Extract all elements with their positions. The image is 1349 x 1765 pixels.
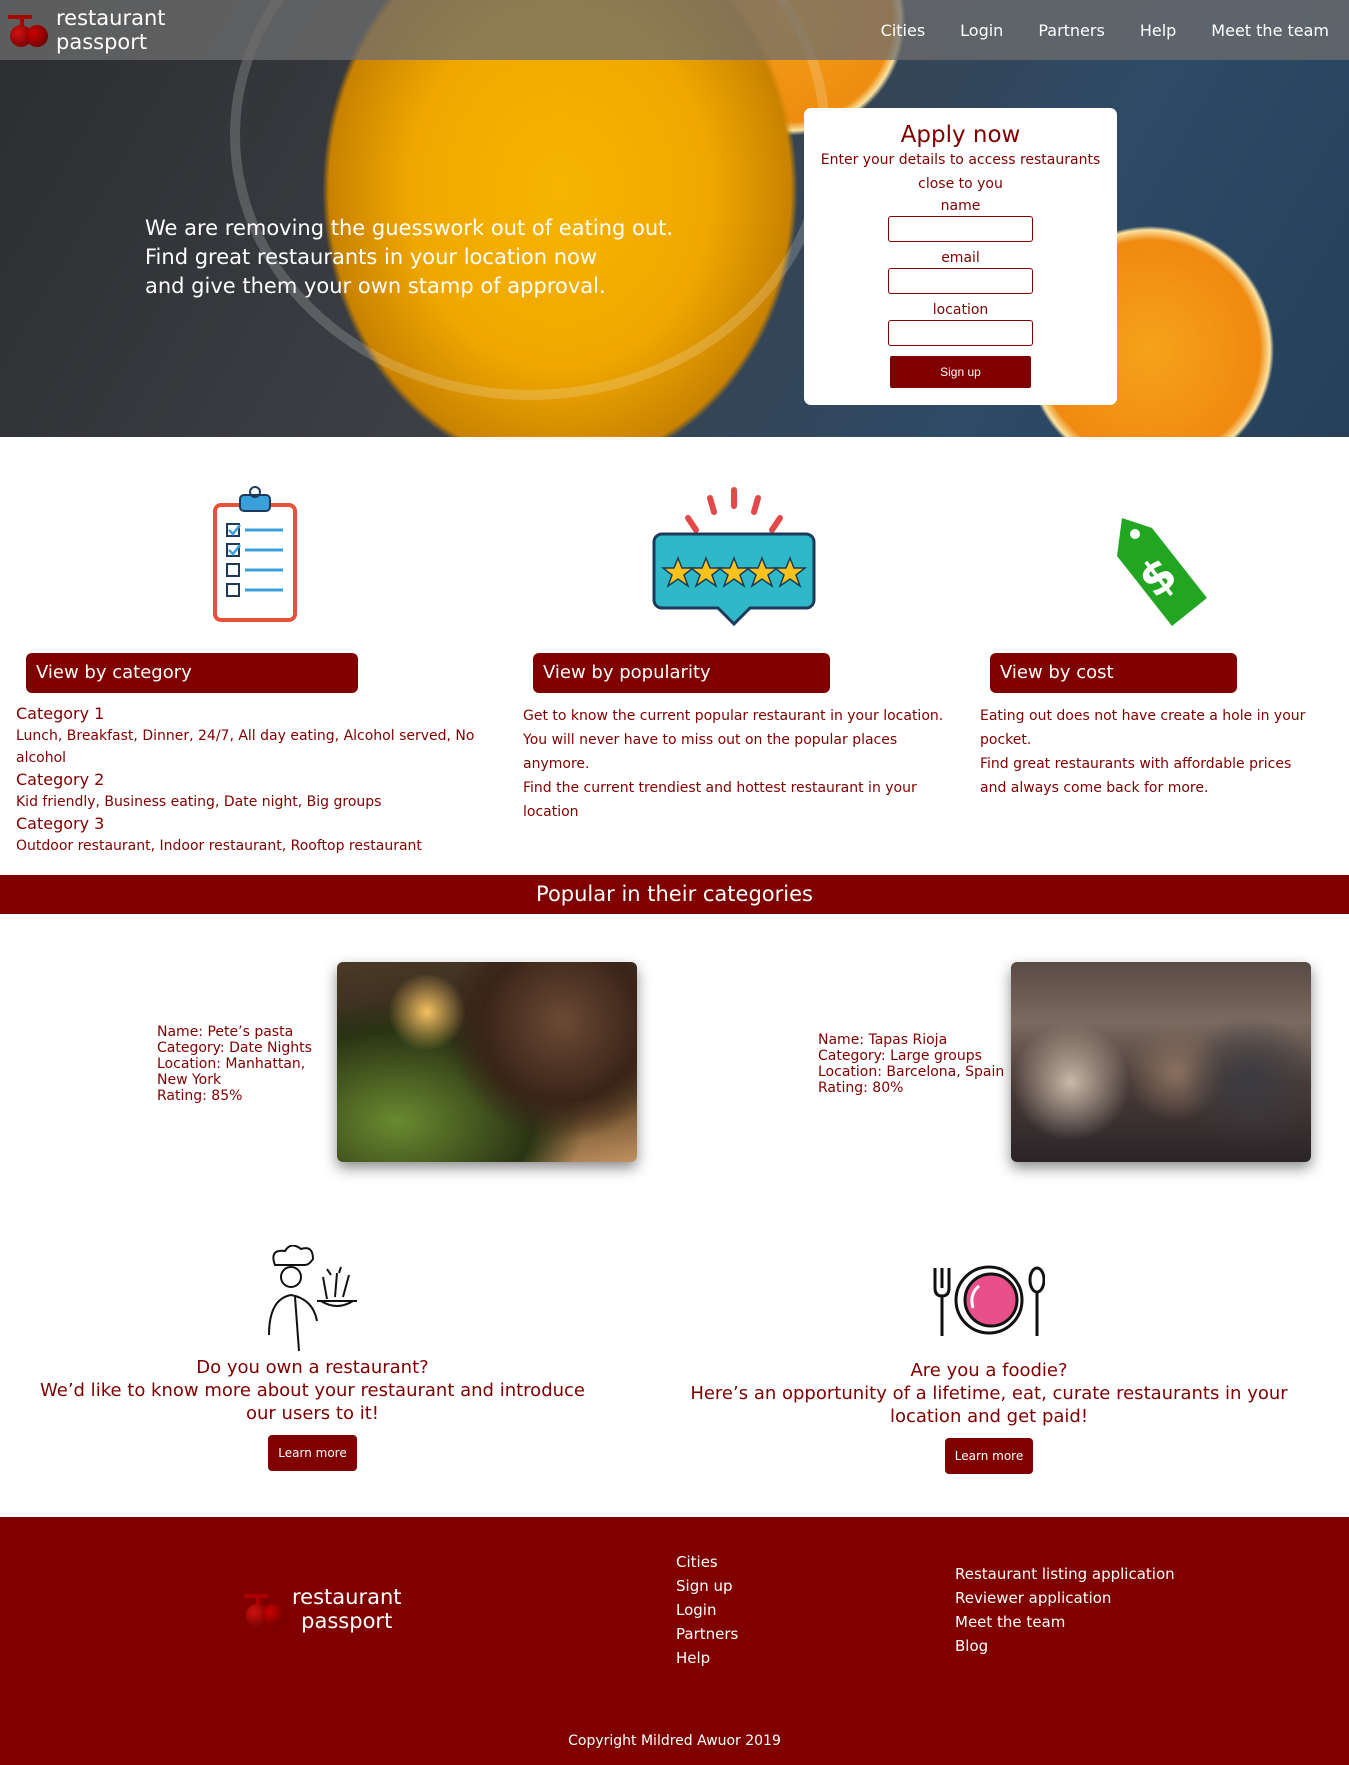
category-1-title: Category 1 (16, 704, 105, 723)
plate-cutlery-icon (929, 1262, 1046, 1338)
category-3-title: Category 3 (16, 814, 105, 833)
sign-up-button[interactable]: Sign up (890, 356, 1031, 388)
footer-link-sign-up[interactable]: Sign up (676, 1574, 738, 1598)
footer-link-help[interactable]: Help (676, 1646, 738, 1670)
copyright: Copyright Mildred Awuor 2019 (568, 1733, 781, 1749)
category-list: Category 1 Lunch, Breakfast, Dinner, 24/… (16, 703, 486, 857)
owner-text: We’d like to know more about your restau… (40, 1380, 585, 1424)
name-field[interactable] (888, 216, 1033, 242)
footer-link-restaurant-listing[interactable]: Restaurant listing application (955, 1562, 1175, 1586)
footer-link-blog[interactable]: Blog (955, 1634, 1175, 1658)
email-field[interactable] (888, 268, 1033, 294)
hero-glass-rim (230, 0, 830, 400)
foodie-learn-more-button[interactable]: Learn more (944, 1438, 1034, 1474)
email-label: email (941, 250, 980, 266)
apply-title: Apply now (900, 122, 1021, 148)
owner-learn-more-button[interactable]: Learn more (268, 1435, 357, 1471)
view-by-category-button[interactable]: View by category (26, 653, 358, 693)
hero-tagline: We are removing the guesswork out of eat… (145, 216, 674, 298)
location-label: location (932, 302, 989, 318)
nav-meet-the-team[interactable]: Meet the team (1211, 21, 1329, 40)
navbar: restaurant passport Cities Login Partner… (0, 0, 1349, 60)
restaurant-owner-cta: Do you own a restaurant? We’d like to kn… (30, 1356, 595, 1471)
apply-subtitle: Enter your details to access restaurants… (820, 152, 1101, 192)
restaurant-photo-1[interactable] (337, 962, 637, 1162)
nav-login[interactable]: Login (960, 21, 1003, 40)
category-2-desc: Kid friendly, Business eating, Date nigh… (16, 794, 382, 810)
cherry-logo-icon (6, 7, 52, 53)
category-1-desc: Lunch, Breakfast, Dinner, 24/7, All day … (16, 728, 475, 766)
apply-form: Apply now Enter your details to access r… (804, 108, 1117, 405)
brand-logo[interactable]: restaurant passport (6, 6, 166, 54)
restaurant-photo-2[interactable] (1011, 962, 1311, 1162)
chef-icon (255, 1244, 370, 1353)
footer-link-cities[interactable]: Cities (676, 1550, 738, 1574)
foodie-text: Here’s an opportunity of a lifetime, eat… (690, 1383, 1288, 1427)
brand-name: restaurant passport (56, 6, 166, 54)
nav-partners[interactable]: Partners (1038, 21, 1104, 40)
nav-cities[interactable]: Cities (881, 21, 926, 40)
footer-brand-name: restaurant passport (292, 1585, 402, 1633)
restaurant-card-1-info: Name: Pete’s pasta Category: Date Nights… (157, 1024, 312, 1104)
owner-question: Do you own a restaurant? (196, 1357, 429, 1378)
foodie-cta: Are you a foodie? Here’s an opportunity … (668, 1359, 1310, 1474)
star-rating-icon (648, 478, 820, 638)
footer-link-login[interactable]: Login (676, 1598, 738, 1622)
restaurant-card-2-info: Name: Tapas Rioja Category: Large groups… (818, 1032, 1005, 1096)
popularity-text: Get to know the current popular restaura… (523, 708, 944, 820)
location-field[interactable] (888, 320, 1033, 346)
price-tag-icon: $ (1100, 510, 1210, 630)
view-by-cost-button[interactable]: View by cost (990, 653, 1237, 693)
footer-link-partners[interactable]: Partners (676, 1622, 738, 1646)
footer-links-main: Cities Sign up Login Partners Help (676, 1550, 738, 1670)
foodie-question: Are you a foodie? (910, 1360, 1068, 1381)
hero-section: restaurant passport Cities Login Partner… (0, 0, 1349, 437)
name-label: name (940, 198, 981, 214)
popular-banner: Popular in their categories (0, 875, 1349, 914)
footer-links-secondary: Restaurant listing application Reviewer … (955, 1562, 1175, 1658)
footer-link-meet-the-team[interactable]: Meet the team (955, 1610, 1175, 1634)
checklist-icon (195, 480, 315, 630)
category-2-title: Category 2 (16, 770, 105, 789)
cost-text: Eating out does not have create a hole i… (980, 708, 1306, 796)
nav-help[interactable]: Help (1140, 21, 1176, 40)
footer: restaurant passport Cities Sign up Login… (0, 1517, 1349, 1765)
footer-logo[interactable]: restaurant passport (242, 1585, 402, 1633)
page: restaurant passport Cities Login Partner… (0, 0, 1349, 1765)
main-nav: Cities Login Partners Help Meet the team (846, 0, 1329, 60)
cherry-logo-icon (242, 1586, 288, 1632)
view-by-popularity-button[interactable]: View by popularity (533, 653, 830, 693)
category-3-desc: Outdoor restaurant, Indoor restaurant, R… (16, 838, 422, 854)
footer-link-reviewer-application[interactable]: Reviewer application (955, 1586, 1175, 1610)
